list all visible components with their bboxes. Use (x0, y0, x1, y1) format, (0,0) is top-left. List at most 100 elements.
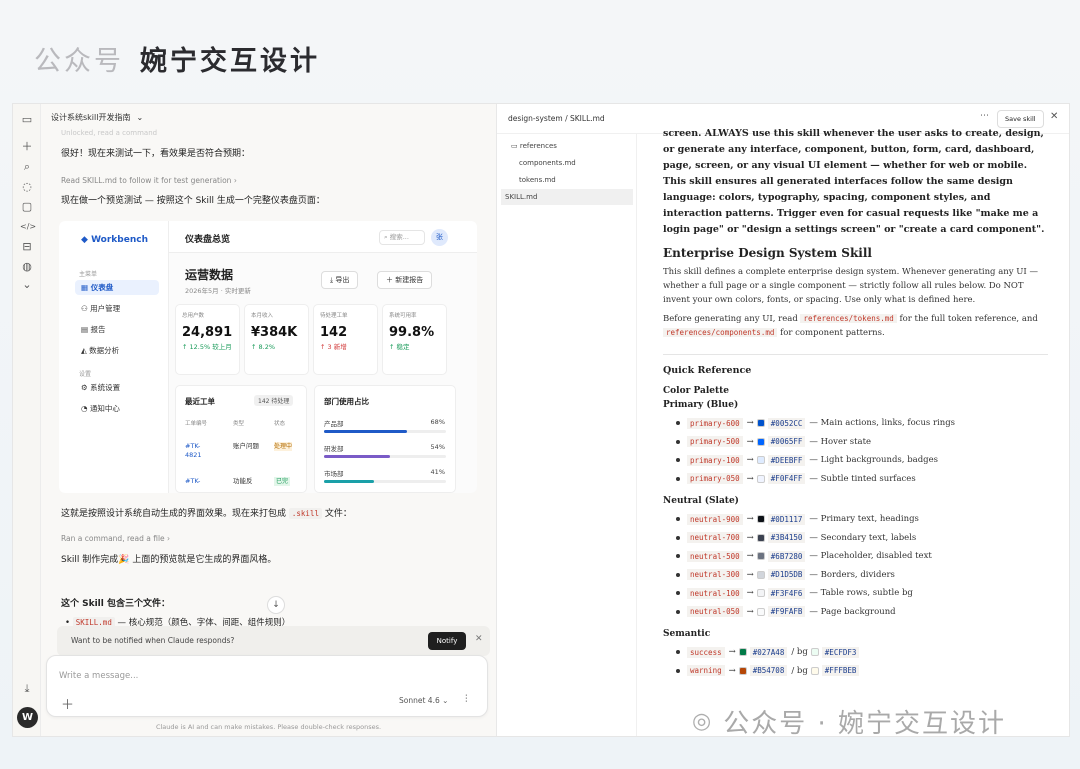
palette-icon[interactable]: ◍ (20, 260, 34, 274)
status-badge: 142 待处理 (254, 395, 294, 406)
code-icon[interactable]: </> (20, 220, 36, 234)
projects-icon[interactable]: ▢ (20, 200, 34, 214)
hex-value: #F0F4FF (767, 473, 806, 485)
color-swatch (756, 552, 765, 561)
kpi-value: 99.8% (389, 325, 435, 340)
model-selector[interactable]: Sonnet 4.6 ⌄ (399, 696, 448, 705)
bullet (676, 650, 680, 654)
doc-text: Before generating any UI, read (663, 314, 798, 324)
color-swatch (810, 666, 819, 675)
attach-icon[interactable]: ＋ (61, 694, 74, 713)
token-description: — Light backgrounds, badges (809, 455, 938, 466)
search-icon[interactable]: ⌕ (20, 160, 34, 174)
chats-icon[interactable]: ◌ (20, 180, 34, 194)
doc-subheading: Quick Reference (663, 365, 752, 376)
doc-heading: Enterprise Design System Skill (663, 246, 872, 260)
preview-nav-label: 通知中心 (89, 404, 120, 413)
doc-subheading: Primary (Blue) (663, 400, 739, 410)
chevron-down-icon[interactable]: ⌄ (20, 278, 34, 292)
dashboard-preview: ◆ Workbench 主菜单 ▦ 仪表盘 ⚇ 用户管理 ▤ 报告 ◭ 数据分析… (59, 221, 477, 493)
chat-title-dropdown[interactable]: 设计系统skill开发指南 ⌄ (51, 112, 143, 123)
assistant-message: 很好！现在来测试一下，看效果是否符合预期： (61, 149, 251, 159)
tree-label: components.md (519, 159, 576, 167)
hex-value: #6B7280 (767, 550, 806, 562)
token-name: success (687, 646, 725, 658)
wechat-icon: ◎ (692, 709, 714, 734)
token-description: — Subtle tinted surfaces (809, 473, 916, 484)
voice-icon[interactable]: ⫶ (465, 694, 468, 705)
kpi-value: 24,891 (182, 325, 233, 340)
status-badge: 处理中 (274, 442, 293, 451)
preview-title: 仪表盘总览 (185, 235, 231, 245)
kpi-delta: ↑ 8.2% (251, 343, 276, 351)
bar-label: 产品部 (324, 420, 344, 428)
preview-nav-users[interactable]: ⚇ 用户管理 (75, 301, 159, 316)
token-name: neutral-100 (687, 587, 743, 599)
arrow-icon: → (728, 665, 736, 676)
preview-search-input[interactable]: ⌕ 搜索... (379, 230, 425, 245)
message-input[interactable]: Write a message... (59, 671, 138, 681)
kpi-card: 待处理工单 142 ↑ 3 新增 (313, 304, 378, 375)
color-swatch (756, 474, 765, 483)
tree-label: tokens.md (519, 176, 556, 184)
color-swatch (810, 648, 819, 657)
preview-nav-dashboard[interactable]: ▦ 仪表盘 (75, 280, 159, 295)
more-icon[interactable]: ⋯ (980, 111, 989, 121)
bar-fill (324, 480, 375, 483)
preview-section-label: 主菜单 (79, 271, 98, 278)
table-header: 状态 (274, 421, 286, 427)
arrow-icon: → (746, 532, 754, 543)
preview-avatar[interactable]: 张 (431, 229, 448, 246)
hex-value: #0052CC (767, 417, 806, 429)
preview-export-button[interactable]: ⤓ 导出 (321, 271, 359, 289)
tree-file-tokens[interactable]: tokens.md (501, 172, 633, 188)
arrow-icon: → (746, 514, 754, 525)
artifacts-icon[interactable]: ⊟ (20, 240, 34, 254)
hex-value: #DEEBFF (767, 454, 806, 466)
scroll-down-button[interactable]: ↓ (267, 596, 285, 614)
hex-value: #F3F4F6 (767, 587, 806, 599)
preview-nav-analytics[interactable]: ◭ 数据分析 (75, 343, 159, 358)
kpi-delta: ↑ 稳定 (389, 343, 410, 351)
close-icon[interactable]: ✕ (1050, 111, 1058, 122)
table-cell: 账户问题 (233, 442, 259, 450)
download-icon[interactable]: ⤓ (20, 682, 34, 696)
bullet (676, 609, 680, 614)
token-row: primary-500 → #0065FF — Hover state (663, 433, 1048, 452)
preview-nav-notifications[interactable]: ◔ 通知中心 (75, 401, 159, 416)
notify-button[interactable]: Notify (428, 632, 466, 650)
hex-value: #FFFBEB (821, 665, 860, 677)
chevron-down-icon: ⌄ (136, 113, 144, 122)
close-icon[interactable]: ✕ (475, 634, 483, 644)
token-row: neutral-900 → #0D1117— Primary text, headi… (663, 510, 1048, 529)
token-description: — Hover state (809, 436, 872, 447)
token-description: — Table rows, subtle bg (809, 588, 913, 599)
preview-new-report-button[interactable]: ＋ 新建报告 (377, 271, 433, 289)
table-cell[interactable]: #TK-4821 (185, 442, 215, 460)
assistant-message: Skill 制作完成🎉 上面的预览就是它生成的界面风格。 (61, 555, 277, 565)
doc-subheading: Color Palette (663, 386, 730, 396)
tree-file-skill[interactable]: SKILL.md (501, 189, 633, 205)
intro-paragraph: screen. ALWAYS use this skill whenever t… (663, 128, 1045, 235)
tree-file-components[interactable]: components.md (501, 155, 633, 171)
sidebar-toggle-icon[interactable]: ▭ (20, 113, 34, 127)
kpi-delta: ↑ 12.5% 较上月 (182, 343, 232, 351)
tool-step-read[interactable]: Read SKILL.md to follow it for test gene… (61, 176, 237, 185)
brand-name: 婉宁交互设计 (140, 45, 320, 77)
table-cell[interactable]: #TK- (185, 477, 200, 486)
department-usage-card: 部门使用占比 产品部 68% 研发部 54% 市场部 41% (314, 385, 456, 493)
bullet (676, 591, 680, 595)
tree-folder-references[interactable]: ▭ references (501, 138, 633, 154)
tool-step-command[interactable]: Ran a command, read a file › (61, 534, 170, 543)
inline-code: .skill (288, 508, 322, 519)
token-row: success → #027A48/ bg #ECFDF3 (663, 643, 1048, 662)
message-text: 这就是按照设计系统自动生成的界面效果。现在来打包成 (61, 509, 287, 519)
tickets-card: 最近工单 142 待处理 工单编号 类型 状态 #TK-4821 账户问题 处理… (175, 385, 307, 493)
arrow-icon: → (746, 588, 754, 599)
avatar[interactable]: W (17, 707, 38, 728)
message-composer[interactable]: Write a message... ＋ Sonnet 4.6 ⌄ ⫶ (46, 655, 488, 717)
preview-nav-reports[interactable]: ▤ 报告 (75, 322, 159, 337)
preview-nav-settings[interactable]: ⚙ 系统设置 (75, 380, 159, 395)
new-chat-icon[interactable]: ＋ (20, 140, 34, 154)
arrow-icon: → (746, 455, 754, 466)
